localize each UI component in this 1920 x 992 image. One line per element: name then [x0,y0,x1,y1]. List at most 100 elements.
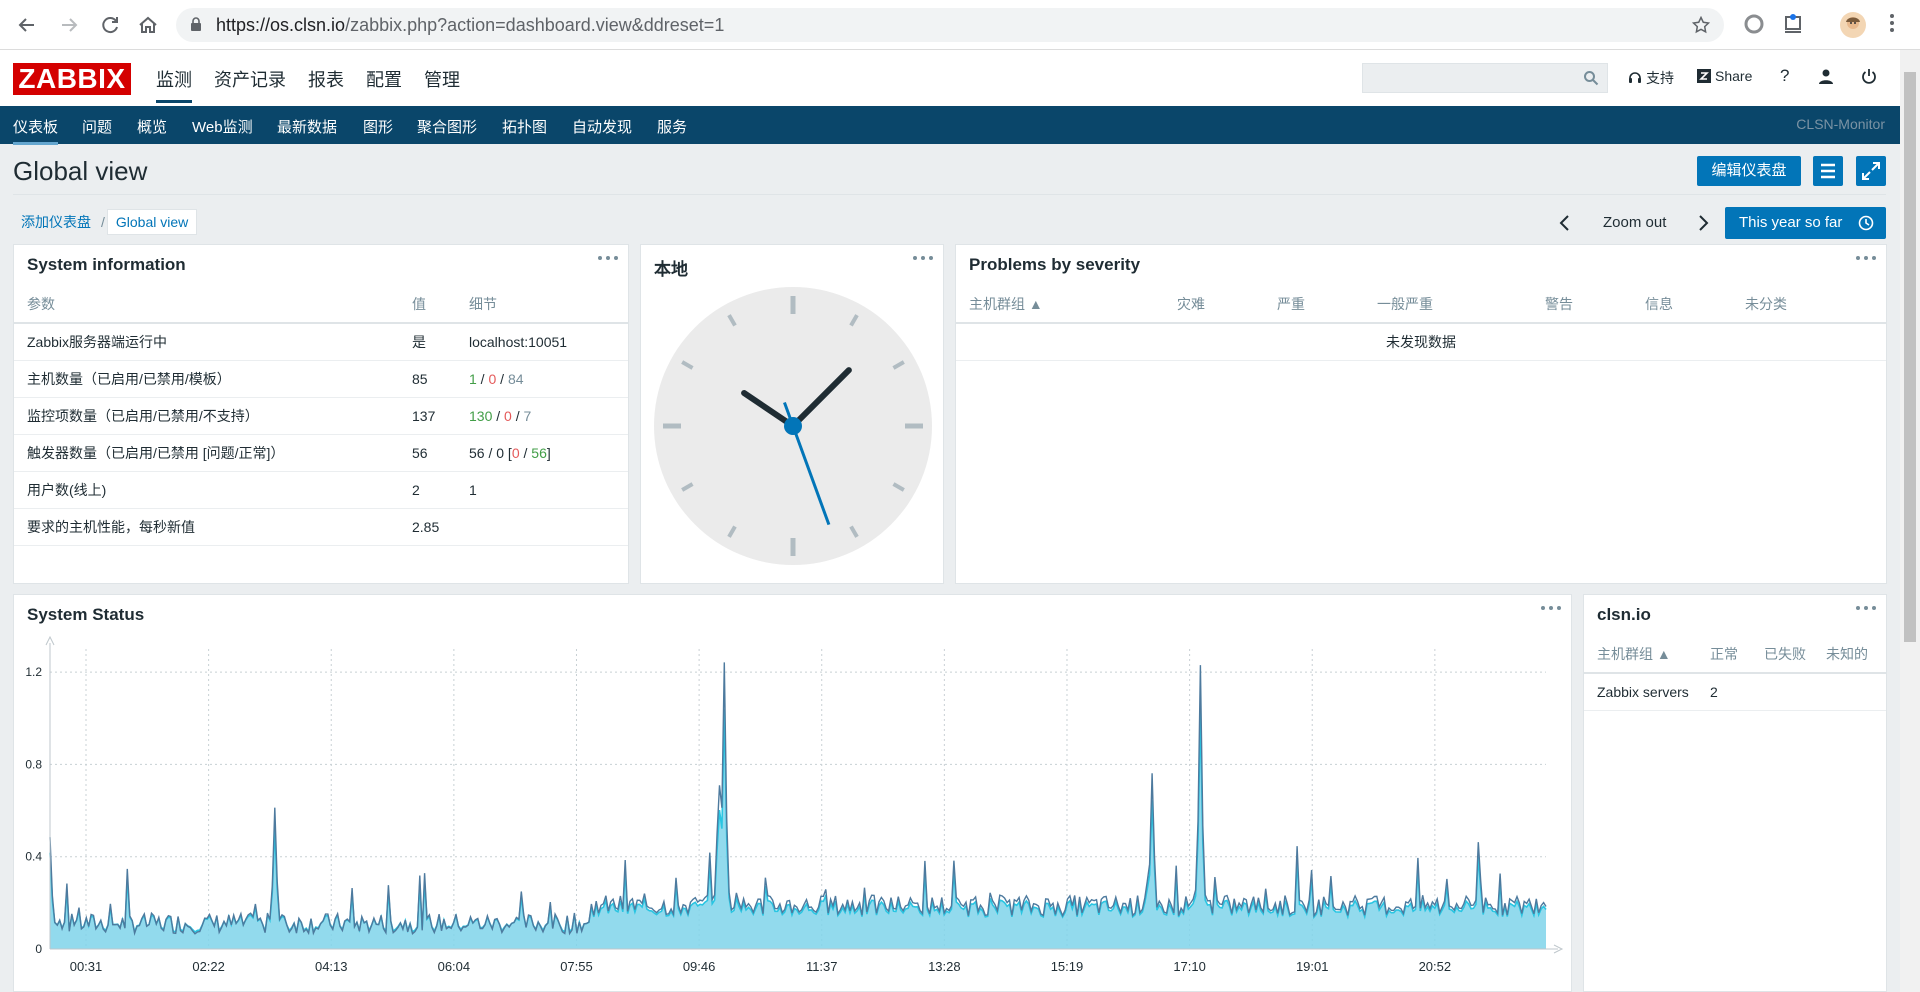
table-header: 主机群组 ▲ 灾难 严重 一般严重 警告 信息 未分类 [956,285,1886,324]
page-scrollbar[interactable] [1900,50,1920,992]
clock-center [784,417,802,435]
server-name: CLSN-Monitor [1796,116,1885,132]
lock-icon [191,17,201,31]
zabbix-logo[interactable]: ZABBIX [13,63,131,95]
system-info-widget: System information 参数 值 细节 Zabbix服务器端运行中… [13,244,629,584]
help-button[interactable]: ? [1780,66,1789,86]
reload-icon[interactable] [97,12,123,38]
value-cell: 2 [399,471,456,509]
subnav-discovery[interactable]: 自动发现 [572,116,632,137]
column-header: 一般严重 [1364,285,1532,324]
subnav-dashboard[interactable]: 仪表板 [13,116,59,145]
subnav-graphs[interactable]: 图形 [363,116,393,137]
chevron-right-icon[interactable] [1694,212,1712,234]
table-row: 监控项数量（已启用/已禁用/不支持） 137 130 / 0 / 7 [14,397,628,435]
url-text: https://os.clsn.io/zabbix.php?action=das… [216,15,725,35]
host-group-link[interactable]: Zabbix servers [1584,673,1704,711]
home-icon[interactable] [135,12,161,38]
time-period-button[interactable]: This year so far [1725,207,1886,239]
subnav-latest-data[interactable]: 最新数据 [277,116,337,137]
share-link[interactable]: Share [1697,68,1752,84]
y-tick-label: 0.4 [25,850,42,864]
widget-title: Problems by severity [969,255,1141,274]
sub-navigation: 仪表板 问题 概览 Web监测 最新数据 图形 聚合图形 拓扑图 自动发现 服务… [0,106,1900,145]
subnav-problems[interactable]: 问题 [82,116,112,137]
value-cell: 是 [399,323,456,361]
extension-badge-icon[interactable] [1781,13,1805,37]
subnav-web[interactable]: Web监测 [192,116,253,137]
extension-icon[interactable] [1742,13,1766,37]
x-tick-label: 02:22 [192,959,225,974]
subnav-services[interactable]: 服务 [657,116,687,137]
x-tick-label: 20:52 [1419,959,1452,974]
failed-count [1758,673,1820,711]
widget-menu-icon[interactable] [913,253,935,263]
menu-configuration[interactable]: 配置 [366,66,402,103]
table-row: 要求的主机性能，每秒新值 2.85 [14,508,628,546]
subnav-maps[interactable]: 拓扑图 [502,116,547,137]
column-header: 值 [399,285,456,324]
clock-widget: 本地 [640,244,944,584]
widget-title: 本地 [654,260,688,279]
widget-title: System Status [27,605,145,624]
back-icon[interactable] [14,12,40,38]
breadcrumb-link[interactable]: 添加仪表盘 [13,208,99,236]
address-bar[interactable]: https://os.clsn.io/zabbix.php?action=das… [176,8,1724,42]
star-icon[interactable] [1692,16,1710,34]
table-row: 主机数量（已启用/已禁用/模板） 85 1 / 0 / 84 [14,360,628,398]
sign-out-icon[interactable] [1861,68,1877,84]
details-cell: 1 / 0 / 84 [456,360,628,398]
forward-icon[interactable] [56,12,82,38]
widget-menu-icon[interactable] [1856,603,1878,613]
browser-menu-icon[interactable] [1880,13,1904,37]
no-data-message: 未发现数据 [956,323,1886,361]
profile-avatar-icon[interactable] [1840,12,1866,38]
widget-menu-icon[interactable] [1541,603,1563,613]
column-header: 信息 [1632,285,1732,324]
zoom-out-button[interactable]: Zoom out [1603,214,1666,231]
scrollbar-thumb[interactable] [1904,72,1916,642]
search-input[interactable] [1362,63,1608,93]
column-header: 细节 [456,285,628,324]
widget-menu-icon[interactable] [598,253,620,263]
unknown-count [1820,673,1886,711]
dashboard-actions-button[interactable] [1813,156,1843,186]
search-icon[interactable] [1583,70,1599,86]
subnav-overview[interactable]: 概览 [137,116,167,137]
menu-inventory[interactable]: 资产记录 [214,66,286,103]
ok-count[interactable]: 2 [1704,673,1758,711]
user-profile-icon[interactable] [1818,68,1834,84]
problems-widget: Problems by severity 主机群组 ▲ 灾难 严重 一般严重 警… [955,244,1887,584]
system-status-chart: 1.2 0.8 0.4 0 00:31 02:22 04:13 06:04 07:55 09:46… [25,635,1564,974]
table-row: 未发现数据 [956,323,1886,361]
value-cell: 137 [399,397,456,435]
menu-administration[interactable]: 管理 [424,66,460,103]
column-header: 警告 [1532,285,1632,324]
browser-toolbar: https://os.clsn.io/zabbix.php?action=das… [0,0,1920,50]
support-link[interactable]: 支持 [1628,68,1674,88]
value-cell: 2.85 [399,508,456,546]
share-icon [1697,69,1711,83]
table-header: 主机群组 ▲ 正常 已失败 未知的 [1584,635,1886,674]
x-tick-label: 00:31 [70,959,103,974]
subnav-screens[interactable]: 聚合图形 [417,116,477,137]
fullscreen-button[interactable] [1856,156,1886,186]
column-header-host-group[interactable]: 主机群组 ▲ [956,285,1164,324]
breadcrumb-current[interactable]: Global view [106,209,198,235]
details-cell: 130 / 0 / 7 [456,397,628,435]
menu-reports[interactable]: 报表 [308,66,344,103]
edit-dashboard-button[interactable]: 编辑仪表盘 [1697,156,1801,186]
column-header: 灾难 [1164,285,1264,324]
chevron-left-icon[interactable] [1556,212,1574,234]
x-tick-label: 07:55 [560,959,593,974]
x-tick-label: 04:13 [315,959,348,974]
fullscreen-icon [1862,162,1880,180]
headset-icon [1629,72,1641,83]
x-tick-label: 17:10 [1173,959,1206,974]
menu-monitoring[interactable]: 监测 [156,66,192,103]
host-group-table: 主机群组 ▲ 正常 已失败 未知的 Zabbix servers 2 [1584,635,1886,711]
column-header-host-group[interactable]: 主机群组 ▲ [1584,635,1704,674]
analog-clock [654,287,932,565]
widget-menu-icon[interactable] [1856,253,1878,263]
value-cell: 56 [399,434,456,472]
